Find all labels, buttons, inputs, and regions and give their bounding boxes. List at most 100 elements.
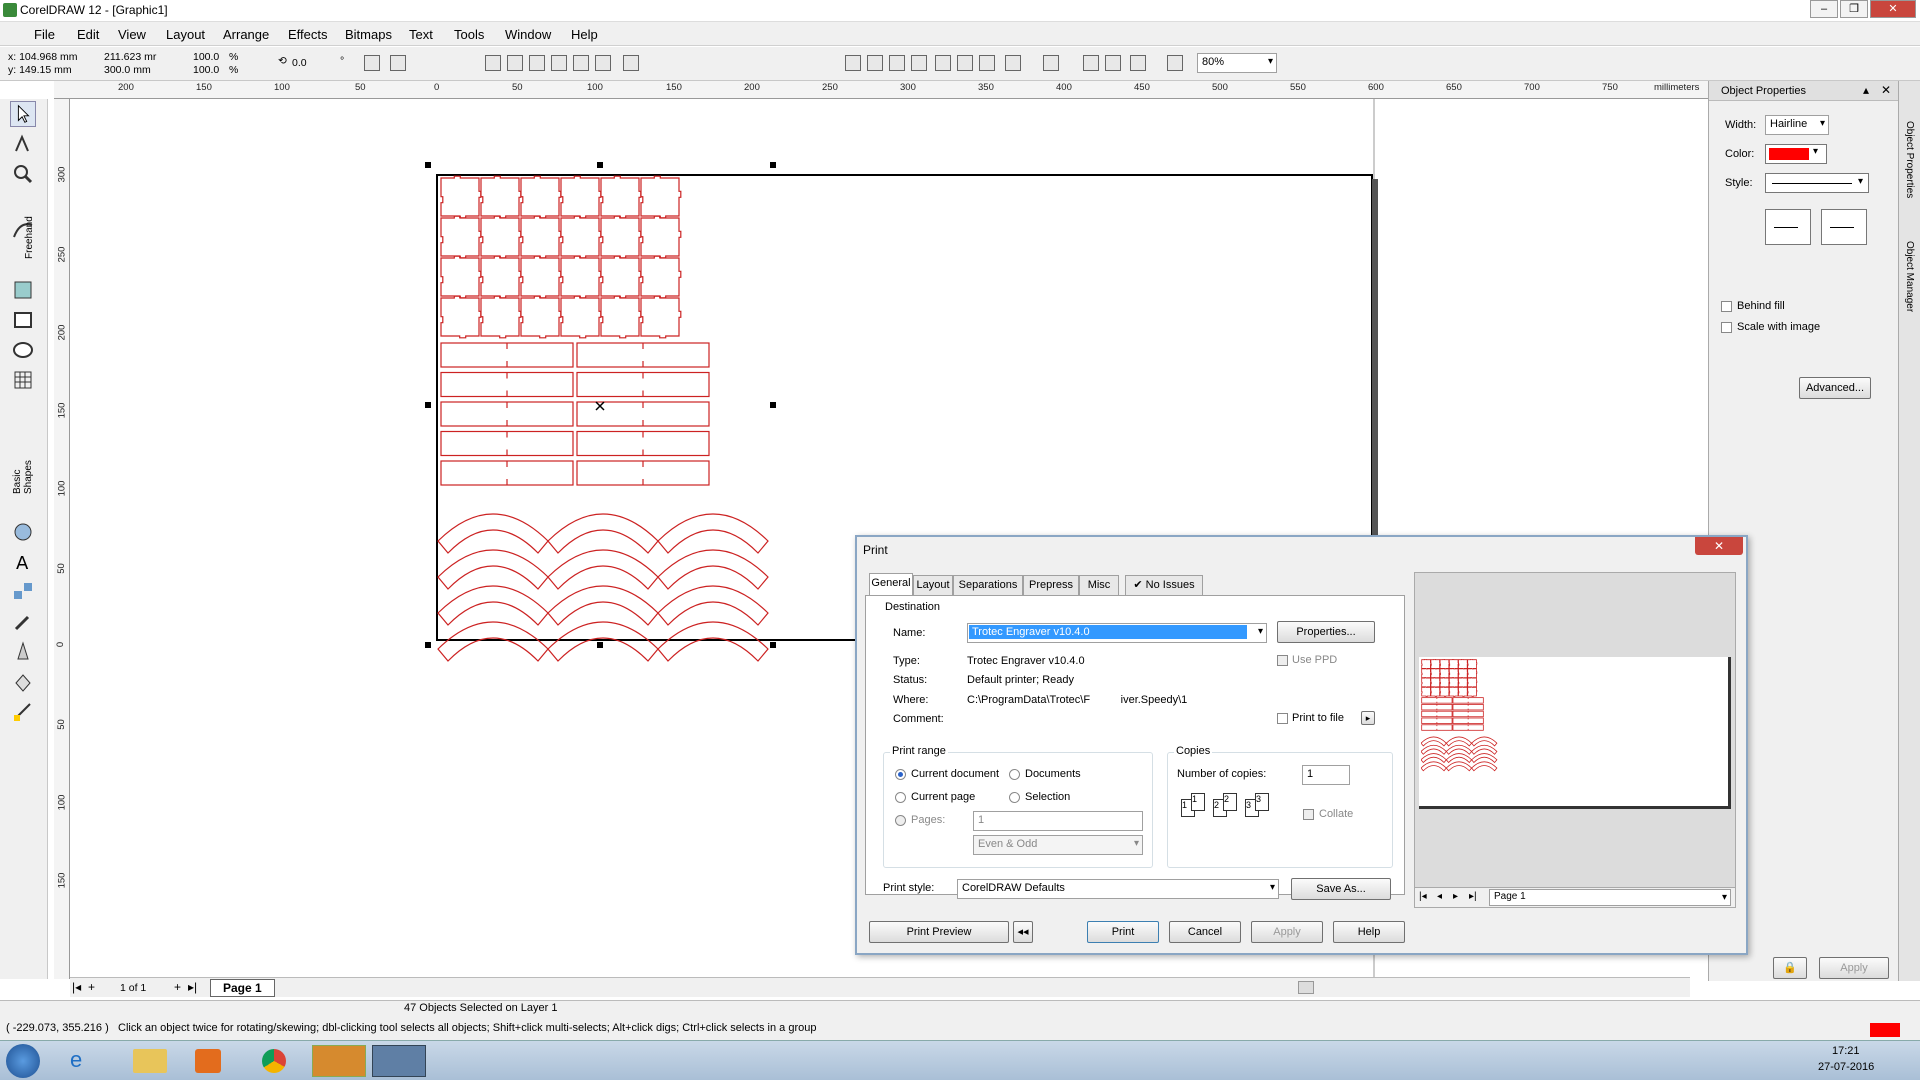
- print-preview-button[interactable]: Print Preview: [869, 921, 1009, 943]
- menu-effects[interactable]: Effects: [288, 27, 328, 42]
- y-position[interactable]: y: 149.15 mm: [8, 64, 72, 76]
- text-tool-icon[interactable]: A: [10, 549, 36, 575]
- dialog-close-button[interactable]: ✕: [1695, 537, 1743, 555]
- print-icon[interactable]: [911, 55, 927, 71]
- collapse-preview-icon[interactable]: ◂◂: [1013, 921, 1033, 943]
- horizontal-scrollbar[interactable]: [890, 977, 1690, 997]
- pages-input[interactable]: 1: [973, 811, 1143, 831]
- media-player-icon[interactable]: [195, 1049, 221, 1073]
- pages-radio[interactable]: [895, 815, 906, 826]
- outline-width-select[interactable]: Hairline: [1765, 115, 1829, 135]
- tab-object-manager[interactable]: Object Manager: [1904, 241, 1915, 312]
- collate-checkbox[interactable]: [1303, 809, 1314, 820]
- tab-prepress[interactable]: Prepress: [1023, 575, 1079, 595]
- menu-arrange[interactable]: Arrange: [223, 27, 269, 42]
- simplify-icon[interactable]: [551, 55, 567, 71]
- line-style-select[interactable]: ▾: [1765, 173, 1869, 193]
- menu-tools[interactable]: Tools: [454, 27, 484, 42]
- properties-button[interactable]: Properties...: [1277, 621, 1375, 643]
- copy-icon[interactable]: [957, 55, 973, 71]
- preview-next-icon[interactable]: ▸: [1453, 891, 1458, 902]
- menu-file[interactable]: File: [34, 27, 55, 42]
- tab-no-issues[interactable]: ✔ No Issues: [1125, 575, 1203, 595]
- file-explorer-icon[interactable]: [133, 1049, 167, 1073]
- redo-icon[interactable]: [1043, 55, 1059, 71]
- new-icon[interactable]: [845, 55, 861, 71]
- undo-icon[interactable]: [1005, 55, 1021, 71]
- current-page-radio[interactable]: [895, 792, 906, 803]
- taskbar-app-icon[interactable]: [312, 1045, 366, 1077]
- scale-y[interactable]: 100.0: [193, 64, 219, 76]
- help-button[interactable]: Help: [1333, 921, 1405, 943]
- mirror-icon[interactable]: [364, 55, 380, 71]
- cut-icon[interactable]: [935, 55, 951, 71]
- import-icon[interactable]: [1083, 55, 1099, 71]
- open-icon[interactable]: [867, 55, 883, 71]
- tab-separations[interactable]: Separations: [953, 575, 1023, 595]
- menu-view[interactable]: View: [118, 27, 146, 42]
- zoom-tool-icon[interactable]: [10, 161, 36, 187]
- intersect-icon[interactable]: [529, 55, 545, 71]
- print-style-select[interactable]: CorelDRAW Defaults: [957, 879, 1279, 899]
- tab-layout[interactable]: Layout: [913, 575, 953, 595]
- preview-first-icon[interactable]: |◂: [1419, 891, 1427, 902]
- use-ppd-checkbox[interactable]: [1277, 655, 1288, 666]
- even-odd-select[interactable]: Even & Odd: [973, 835, 1143, 855]
- tab-general[interactable]: General: [869, 573, 913, 595]
- paste-icon[interactable]: [979, 55, 995, 71]
- scroll-thumb[interactable]: [1298, 981, 1314, 994]
- trim-icon[interactable]: [507, 55, 523, 71]
- smart-fill-icon[interactable]: [10, 277, 36, 303]
- print-button[interactable]: Print: [1087, 921, 1159, 943]
- preview-page-select[interactable]: Page 1: [1489, 889, 1731, 906]
- basic-shapes-icon[interactable]: [10, 519, 36, 545]
- documents-radio[interactable]: [1009, 769, 1020, 780]
- menu-help[interactable]: Help: [571, 27, 598, 42]
- minimize-button[interactable]: –: [1810, 0, 1838, 18]
- end-arrow-select[interactable]: [1821, 209, 1867, 245]
- object-height[interactable]: 300.0 mm: [104, 64, 151, 76]
- start-button[interactable]: [6, 1044, 40, 1078]
- add-page-icon[interactable]: +: [88, 980, 95, 994]
- graph-paper-tool-icon[interactable]: [10, 367, 36, 393]
- preview-last-icon[interactable]: ▸|: [1469, 891, 1477, 902]
- first-page-icon[interactable]: |◂: [72, 980, 81, 994]
- selection-radio[interactable]: [1009, 792, 1020, 803]
- weld-icon[interactable]: [485, 55, 501, 71]
- docker-apply-button[interactable]: Apply: [1819, 957, 1889, 979]
- page-tab[interactable]: Page 1: [210, 979, 275, 997]
- apply-button[interactable]: Apply: [1251, 921, 1323, 943]
- object-width[interactable]: 211.623 mr: [104, 51, 156, 63]
- menu-window[interactable]: Window: [505, 27, 551, 42]
- advanced-button[interactable]: Advanced...: [1799, 377, 1871, 399]
- docker-collapse-icon[interactable]: ▴: [1863, 83, 1869, 97]
- zoom-level[interactable]: 80%: [1197, 53, 1277, 73]
- start-arrow-select[interactable]: [1765, 209, 1811, 245]
- menu-text[interactable]: Text: [409, 27, 433, 42]
- menu-edit[interactable]: Edit: [77, 27, 99, 42]
- coreldraw-taskbar-icon[interactable]: [372, 1045, 426, 1077]
- welcome-icon[interactable]: [1167, 55, 1183, 71]
- outline-color-picker[interactable]: ▾: [1765, 144, 1827, 164]
- eyedropper-tool-icon[interactable]: [10, 609, 36, 635]
- docker-close-icon[interactable]: ✕: [1881, 83, 1891, 97]
- menu-layout[interactable]: Layout: [166, 27, 205, 42]
- front-minus-back-icon[interactable]: [573, 55, 589, 71]
- copies-input[interactable]: 1: [1302, 765, 1350, 785]
- close-button[interactable]: ✕: [1870, 0, 1916, 18]
- rotation-angle[interactable]: 0.0: [292, 57, 307, 69]
- print-to-file-options-icon[interactable]: ▸: [1361, 711, 1375, 725]
- ellipse-tool-icon[interactable]: [10, 337, 36, 363]
- behind-fill-checkbox[interactable]: [1721, 301, 1732, 312]
- chrome-icon[interactable]: [262, 1049, 286, 1073]
- outline-tool-icon[interactable]: [10, 639, 36, 665]
- interactive-fill-icon[interactable]: [10, 699, 36, 725]
- fill-tool-icon[interactable]: [10, 669, 36, 695]
- menu-bitmaps[interactable]: Bitmaps: [345, 27, 392, 42]
- scale-with-image-checkbox[interactable]: [1721, 322, 1732, 333]
- boundary-icon[interactable]: [623, 55, 639, 71]
- interactive-blend-icon[interactable]: [10, 579, 36, 605]
- add-page-after-icon[interactable]: +: [174, 980, 181, 994]
- tab-misc[interactable]: Misc: [1079, 575, 1119, 595]
- current-document-radio[interactable]: [895, 769, 906, 780]
